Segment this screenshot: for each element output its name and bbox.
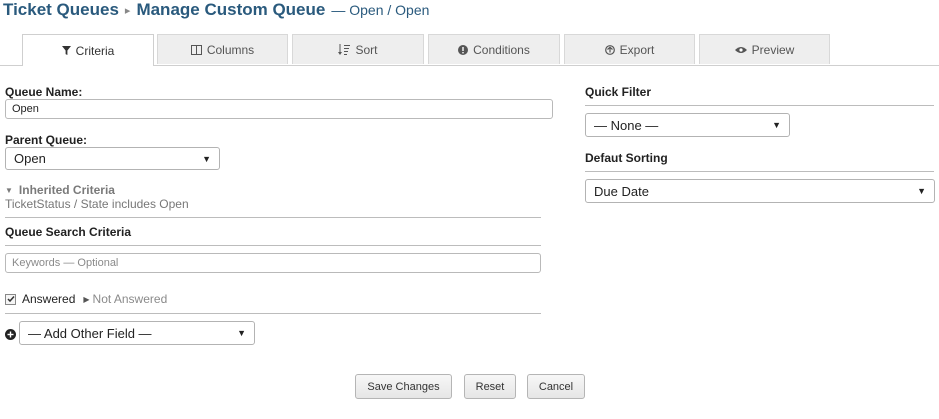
caret-down-icon: ▼ — [5, 185, 13, 195]
cancel-button[interactable]: Cancel — [527, 374, 585, 399]
default-sorting-select[interactable]: Due Date ▼ — [585, 179, 935, 203]
queue-context: — Open / Open — [331, 2, 430, 18]
queue-name-input[interactable]: Open — [5, 99, 553, 119]
tab-label: Conditions — [473, 42, 530, 57]
parent-queue-value: Open — [14, 151, 46, 166]
caret-right-icon: ▶ — [83, 294, 90, 304]
breadcrumb-ticket-queues[interactable]: Ticket Queues — [3, 0, 119, 20]
plus-circle-icon[interactable] — [5, 327, 16, 345]
page-heading: Manage Custom Queue — [136, 0, 326, 19]
chevron-down-icon: ▼ — [772, 120, 781, 130]
queue-name-label: Queue Name: — [5, 85, 83, 99]
save-changes-button[interactable]: Save Changes — [355, 374, 452, 399]
add-other-field-value: — Add Other Field — — [28, 325, 152, 341]
chevron-down-icon: ▼ — [237, 328, 246, 338]
quick-filter-select[interactable]: — None — ▼ — [585, 113, 790, 137]
quick-filter-label: Quick Filter — [585, 85, 652, 99]
tab-label: Columns — [206, 42, 255, 57]
inherited-criteria-toggle[interactable]: ▼ Inherited Criteria — [5, 183, 115, 197]
tab-sort[interactable]: Sort — [292, 34, 424, 64]
tab-bar: Criteria Columns Sort Conditions Export … — [0, 34, 939, 66]
filter-icon — [61, 46, 71, 55]
quick-filter-value: — None — — [594, 117, 659, 133]
tab-export[interactable]: Export — [564, 34, 695, 64]
chevron-down-icon: ▼ — [202, 153, 211, 164]
divider — [585, 171, 934, 172]
divider — [5, 245, 541, 246]
add-other-field-select[interactable]: — Add Other Field — ▼ — [19, 321, 255, 345]
tab-label: Export — [619, 42, 655, 57]
eye-icon — [734, 46, 747, 53]
inherited-criteria-label: Inherited Criteria — [18, 183, 115, 197]
tab-criteria[interactable]: Criteria — [22, 34, 154, 66]
default-sorting-value: Due Date — [594, 183, 649, 199]
tab-preview[interactable]: Preview — [699, 34, 830, 64]
sort-icon — [338, 44, 351, 55]
page-title: Ticket Queues ▸ Manage Custom Queue — Op… — [3, 0, 429, 24]
check-icon — [6, 296, 15, 303]
chevron-down-icon: ▼ — [917, 186, 926, 196]
reset-button[interactable]: Reset — [464, 374, 516, 399]
divider — [5, 313, 541, 314]
inherited-criteria-text: TicketStatus / State includes Open — [5, 197, 189, 211]
tab-conditions[interactable]: Conditions — [428, 34, 560, 64]
queue-search-criteria-heading: Queue Search Criteria — [5, 225, 132, 239]
export-icon — [604, 44, 615, 55]
info-icon — [458, 44, 469, 55]
default-sorting-label: Defaut Sorting — [585, 151, 668, 165]
breadcrumb-separator-icon: ▸ — [124, 5, 131, 17]
keywords-input[interactable]: Keywords — Optional — [5, 253, 541, 273]
answered-checkbox[interactable] — [5, 293, 16, 305]
tab-columns[interactable]: Columns — [157, 34, 288, 64]
divider — [5, 217, 541, 218]
answered-filter-row: Answered ▶ Not Answered — [5, 292, 167, 306]
columns-icon — [190, 44, 202, 55]
answered-label: Answered — [22, 292, 76, 306]
tab-label: Sort — [355, 42, 378, 57]
tab-label: Preview — [751, 42, 795, 57]
parent-queue-select[interactable]: Open ▼ — [5, 147, 220, 170]
divider — [585, 105, 934, 106]
tab-label: Criteria — [75, 43, 115, 58]
not-answered-option[interactable]: Not Answered — [93, 292, 168, 306]
parent-queue-label: Parent Queue: — [5, 133, 88, 147]
